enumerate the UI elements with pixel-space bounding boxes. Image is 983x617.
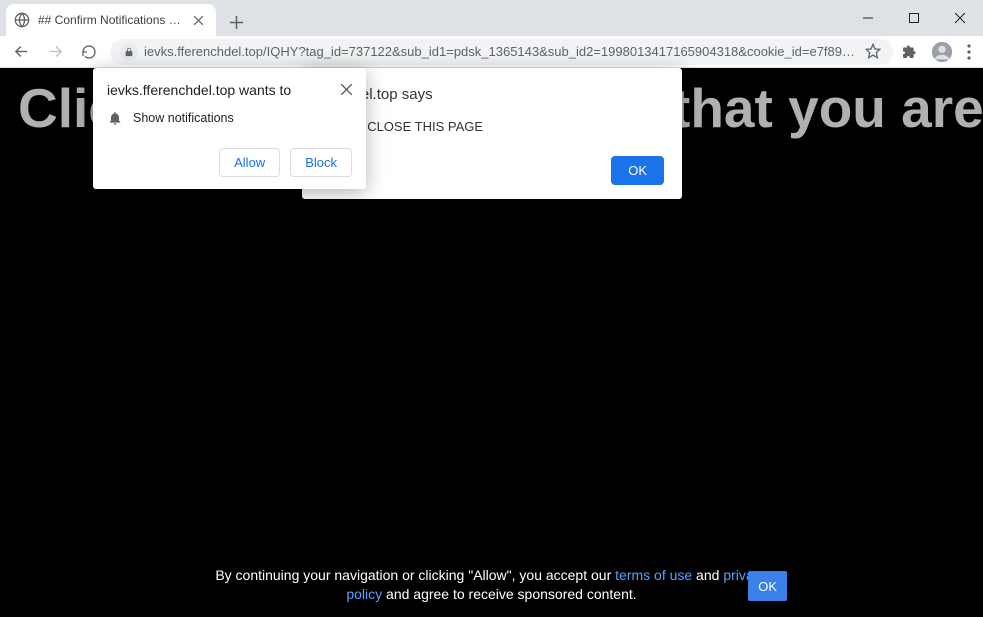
alert-message-text: OW TO CLOSE THIS PAGE (320, 119, 664, 134)
terms-of-use-link[interactable]: terms of use (615, 567, 692, 583)
forward-button[interactable] (42, 39, 68, 65)
consent-ok-button[interactable]: OK (748, 571, 787, 601)
consent-bar: By continuing your navigation or clickin… (0, 558, 983, 613)
lock-icon[interactable] (120, 43, 138, 61)
notification-request-text: Show notifications (133, 111, 234, 125)
reload-button[interactable] (76, 39, 102, 65)
alert-source-text: enchdel.top says (320, 86, 664, 103)
tab-close-button[interactable] (190, 12, 206, 28)
tab-bar: ## Confirm Notifications ## (0, 0, 983, 36)
consent-pre: By continuing your navigation or clickin… (215, 567, 615, 583)
extensions-icon[interactable] (901, 44, 917, 60)
notification-close-button[interactable] (341, 82, 352, 98)
bell-icon (107, 110, 123, 126)
consent-mid: and (692, 567, 723, 583)
maximize-button[interactable] (891, 0, 937, 36)
globe-icon (14, 12, 30, 28)
profile-avatar-icon[interactable] (931, 41, 953, 63)
consent-text: By continuing your navigation or clickin… (212, 566, 772, 605)
consent-post: and agree to receive sponsored content. (382, 586, 637, 602)
kebab-menu-icon[interactable] (967, 44, 971, 60)
toolbar: ievks.fferenchdel.top/IQHY?tag_id=737122… (0, 36, 983, 68)
back-button[interactable] (8, 39, 34, 65)
notification-origin-text: ievks.fferenchdel.top wants to (107, 82, 291, 98)
block-button[interactable]: Block (290, 148, 352, 177)
alert-ok-button[interactable]: OK (611, 156, 664, 185)
allow-button[interactable]: Allow (219, 148, 280, 177)
minimize-button[interactable] (845, 0, 891, 36)
bookmark-star-icon[interactable] (865, 43, 883, 61)
tab-title: ## Confirm Notifications ## (38, 13, 182, 27)
url-text: ievks.fferenchdel.top/IQHY?tag_id=737122… (144, 44, 859, 59)
address-bar[interactable]: ievks.fferenchdel.top/IQHY?tag_id=737122… (110, 39, 893, 65)
notification-permission-dialog: ievks.fferenchdel.top wants to Show noti… (93, 68, 366, 189)
browser-tab[interactable]: ## Confirm Notifications ## (6, 4, 216, 36)
new-tab-button[interactable] (222, 8, 250, 36)
window-close-button[interactable] (937, 0, 983, 36)
